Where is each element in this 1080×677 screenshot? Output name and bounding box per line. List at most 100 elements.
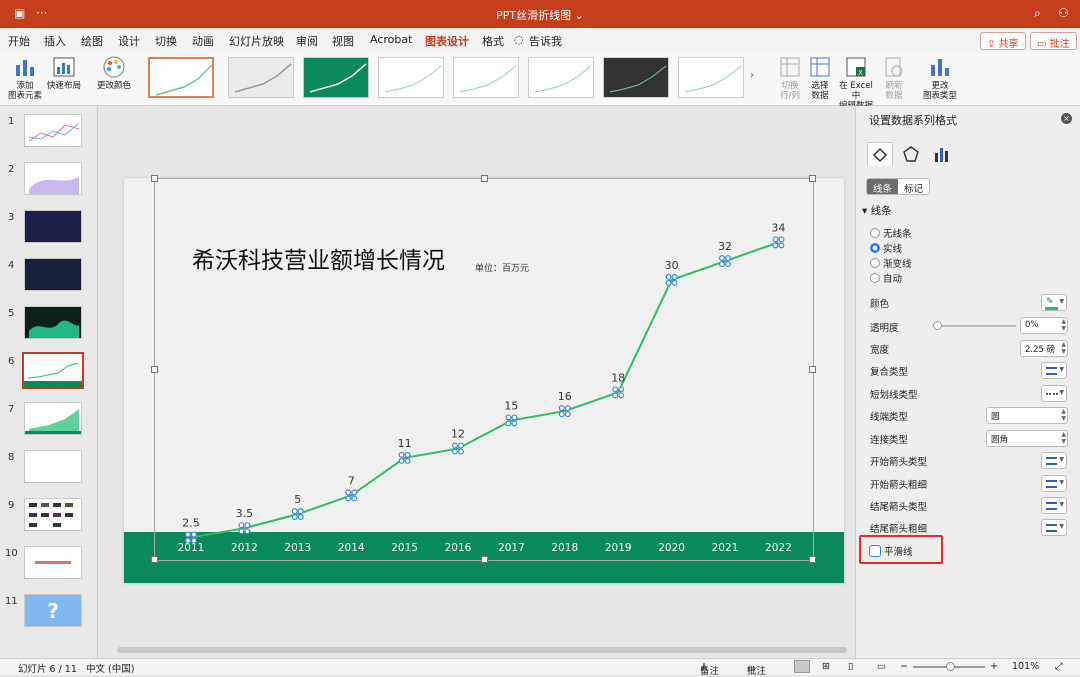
data-label[interactable]: 2.5 [182, 517, 200, 530]
quick-layout-button[interactable]: 快速布局 [45, 52, 83, 91]
transparency-slider[interactable] [933, 321, 1016, 330]
zoom-slider[interactable] [913, 662, 985, 671]
slide-thumbnail-6[interactable] [22, 352, 84, 389]
smooth-line-label[interactable]: 平滑线 [884, 544, 913, 558]
chart-style-8[interactable] [678, 57, 744, 98]
transparency-input[interactable]: 0% ▲ ▼ [1020, 317, 1068, 334]
tab-slideshow[interactable]: 幻灯片放映 [229, 33, 284, 49]
slide[interactable]: 希沃科技营业额增长情况 单位：百万元 2.5 2011 3.5 2012 5 2013 7 2… [124, 175, 844, 583]
stepper-icon[interactable]: ▲ ▼ [1061, 341, 1066, 355]
chart-style-4[interactable] [378, 57, 444, 98]
radio-gradient-line[interactable]: 渐变线 [870, 256, 912, 270]
data-label[interactable]: 15 [504, 399, 518, 412]
tab-chart-design[interactable]: 图表设计 [425, 33, 469, 54]
radio-auto[interactable]: 自动 [870, 271, 902, 285]
share-button[interactable]: ⇪ 共享 [980, 32, 1026, 50]
begin-arrow-type-dropdown[interactable]: ▼ [1041, 452, 1067, 469]
data-label[interactable]: 5 [294, 493, 301, 506]
series-line[interactable] [190, 241, 779, 539]
tab-view[interactable]: 视图 [332, 33, 354, 49]
segment-marker[interactable]: 标记 [898, 179, 929, 194]
slide-thumbnail-8[interactable] [24, 450, 82, 483]
x-tick-label[interactable]: 2018 [551, 542, 578, 554]
x-tick-label[interactable]: 2019 [605, 542, 632, 554]
add-chart-element-button[interactable]: 添加 图表元素 [6, 52, 44, 101]
slide-thumbnail-10[interactable] [24, 546, 82, 579]
account-icon[interactable]: ⚇ [1058, 6, 1069, 20]
x-tick-label[interactable]: 2021 [712, 542, 739, 554]
end-arrow-size-dropdown[interactable]: ▼ [1041, 519, 1067, 536]
data-label[interactable]: 12 [451, 428, 465, 441]
tab-transitions[interactable]: 切换 [155, 33, 177, 49]
chart-style-7[interactable] [603, 57, 669, 98]
tab-tell-me[interactable]: 告诉我 [529, 33, 562, 49]
change-colors-button[interactable]: 更改颜色 [95, 52, 133, 91]
segment-line[interactable]: 线条 [867, 179, 899, 194]
x-tick-label[interactable]: 2022 [765, 542, 792, 554]
tab-acrobat[interactable]: Acrobat [370, 33, 412, 46]
tell-me-icon[interactable]: ◌ [514, 33, 524, 46]
horizontal-scrollbar[interactable] [117, 647, 847, 653]
slide-thumbnail-5[interactable] [24, 306, 82, 339]
comment-button[interactable]: ▭ 批注 [1030, 32, 1077, 50]
chart-style-2[interactable] [228, 57, 294, 98]
tab-draw[interactable]: 绘图 [81, 33, 103, 49]
chevron-right-icon[interactable]: › [750, 70, 754, 81]
zoom-level[interactable]: 101% [1012, 661, 1039, 672]
slider-thumb[interactable] [933, 321, 942, 330]
tab-design[interactable]: 设计 [118, 33, 140, 49]
slide-thumbnail-4[interactable] [24, 258, 82, 291]
x-tick-label[interactable]: 2011 [178, 542, 205, 554]
close-icon[interactable]: × [1061, 113, 1072, 124]
tab-home[interactable]: 开始 [8, 33, 30, 49]
dash-type-dropdown[interactable]: ▼ [1041, 385, 1067, 402]
slide-thumbnail-3[interactable] [24, 210, 82, 243]
tab-format[interactable]: 格式 [482, 33, 504, 49]
tab-review[interactable]: 审阅 [296, 33, 318, 49]
slide-sorter-icon[interactable]: ⊞ [822, 661, 830, 672]
end-arrow-type-dropdown[interactable]: ▼ [1041, 497, 1067, 514]
edit-in-excel-button[interactable]: X 在 Excel 中编辑数据 [834, 52, 878, 111]
x-tick-label[interactable]: 2016 [445, 542, 472, 554]
x-tick-label[interactable]: 2017 [498, 542, 525, 554]
refresh-data-button[interactable]: 刷新 数据 [880, 52, 908, 101]
x-tick-label[interactable]: 2013 [284, 542, 311, 554]
chart-style-3[interactable] [303, 57, 369, 98]
switch-row-col-button[interactable]: 切换 行/列 [775, 52, 805, 101]
x-tick-label[interactable]: 2020 [658, 542, 685, 554]
change-chart-type-button[interactable]: 更改 图表类型 [920, 52, 960, 101]
language-indicator[interactable]: 中文 (中国) [86, 661, 134, 675]
normal-view-icon[interactable] [794, 660, 810, 673]
stepper-icon[interactable]: ▲ ▼ [1061, 318, 1066, 332]
data-label[interactable]: 32 [718, 240, 732, 253]
tab-animations[interactable]: 动画 [192, 33, 214, 49]
data-label[interactable]: 3.5 [236, 507, 254, 520]
fit-to-window-icon[interactable]: ⤢ [1055, 661, 1063, 672]
zoom-out-icon[interactable]: − [900, 661, 908, 672]
chart-style-6[interactable] [528, 57, 594, 98]
data-label[interactable]: 18 [611, 371, 625, 384]
cap-type-select[interactable]: 圆 ▲ ▼ [986, 407, 1068, 424]
reading-view-icon[interactable]: ▯ [848, 661, 853, 672]
compound-type-dropdown[interactable]: ▼ [1041, 362, 1067, 379]
fill-line-tab[interactable] [867, 142, 893, 166]
color-picker[interactable]: ✎ ▼ [1041, 294, 1067, 311]
slide-thumbnail-7[interactable] [24, 402, 82, 435]
chevron-down-icon[interactable]: ⌄ [575, 9, 584, 22]
slideshow-icon[interactable]: ▭ [877, 661, 886, 672]
join-type-select[interactable]: 圆角 ▲ ▼ [986, 430, 1068, 447]
data-label[interactable]: 11 [398, 437, 412, 450]
series-options-tab[interactable] [929, 142, 955, 166]
slide-thumbnail-9[interactable] [24, 498, 82, 531]
slide-thumbnail-11[interactable]: ? [24, 594, 82, 627]
zoom-slider-thumb[interactable] [946, 662, 955, 671]
tab-insert[interactable]: 插入 [44, 33, 66, 49]
x-tick-label[interactable]: 2015 [391, 542, 418, 554]
select-data-button[interactable]: 选择 数据 [806, 52, 834, 101]
x-tick-label[interactable]: 2012 [231, 542, 258, 554]
data-label[interactable]: 30 [665, 259, 679, 272]
data-label[interactable]: 16 [558, 390, 572, 403]
radio-solid-line[interactable]: 实线 [870, 241, 902, 255]
smooth-line-checkbox[interactable] [869, 545, 881, 557]
effects-tab[interactable] [898, 142, 924, 166]
